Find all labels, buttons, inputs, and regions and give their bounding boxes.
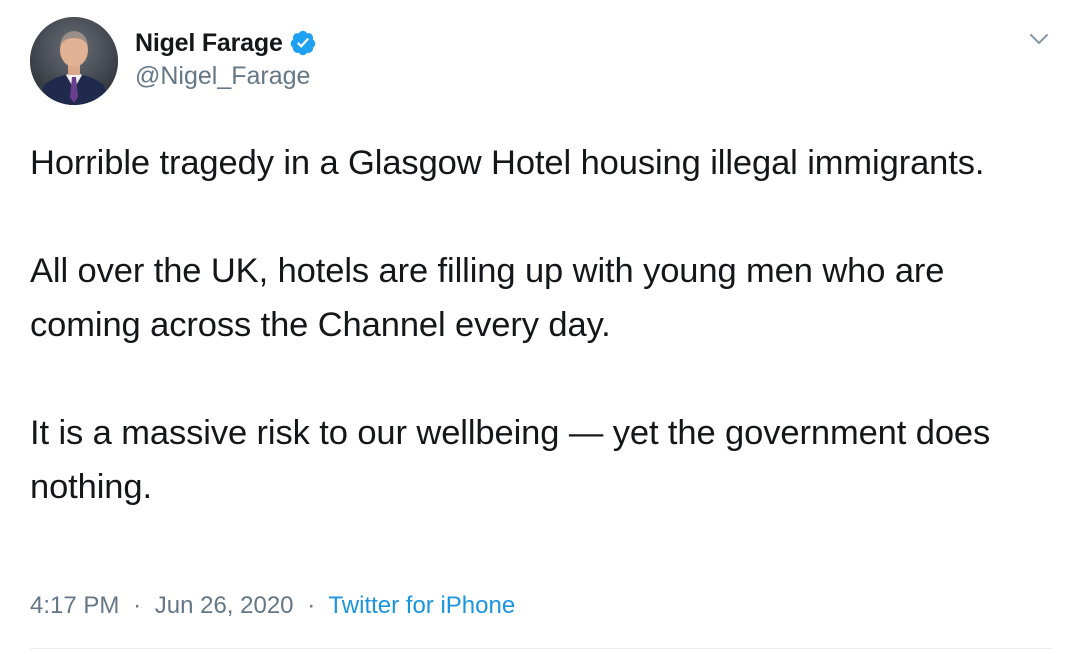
chevron-down-icon[interactable] <box>1026 26 1052 52</box>
author-handle[interactable]: @Nigel_Farage <box>135 62 310 91</box>
author-display-name[interactable]: Nigel Farage <box>135 29 283 58</box>
tweet-source-link[interactable]: Twitter for iPhone <box>328 592 515 619</box>
tweet-paragraph: Horrible tragedy in a Glasgow Hotel hous… <box>30 144 985 182</box>
tweet-time[interactable]: 4:17 PM <box>30 592 119 619</box>
separator-dot: · <box>133 592 142 619</box>
separator-dot: · <box>307 592 316 619</box>
tweet-paragraph: It is a massive risk to our wellbeing — … <box>30 414 991 506</box>
tweet-metadata: 4:17 PM · Jun 26, 2020 · Twitter for iPh… <box>30 592 515 620</box>
verified-badge-icon <box>289 29 317 57</box>
tweet-paragraph: All over the UK, hotels are filling up w… <box>30 252 945 344</box>
tweet-text: Horrible tragedy in a Glasgow Hotel hous… <box>30 136 1060 514</box>
divider <box>30 648 1052 649</box>
avatar[interactable] <box>30 17 118 105</box>
author-name-row[interactable]: Nigel Farage <box>135 26 317 60</box>
tweet-card: Nigel Farage @Nigel_Farage Horrible trag… <box>0 0 1082 654</box>
tweet-date[interactable]: Jun 26, 2020 <box>155 592 294 619</box>
